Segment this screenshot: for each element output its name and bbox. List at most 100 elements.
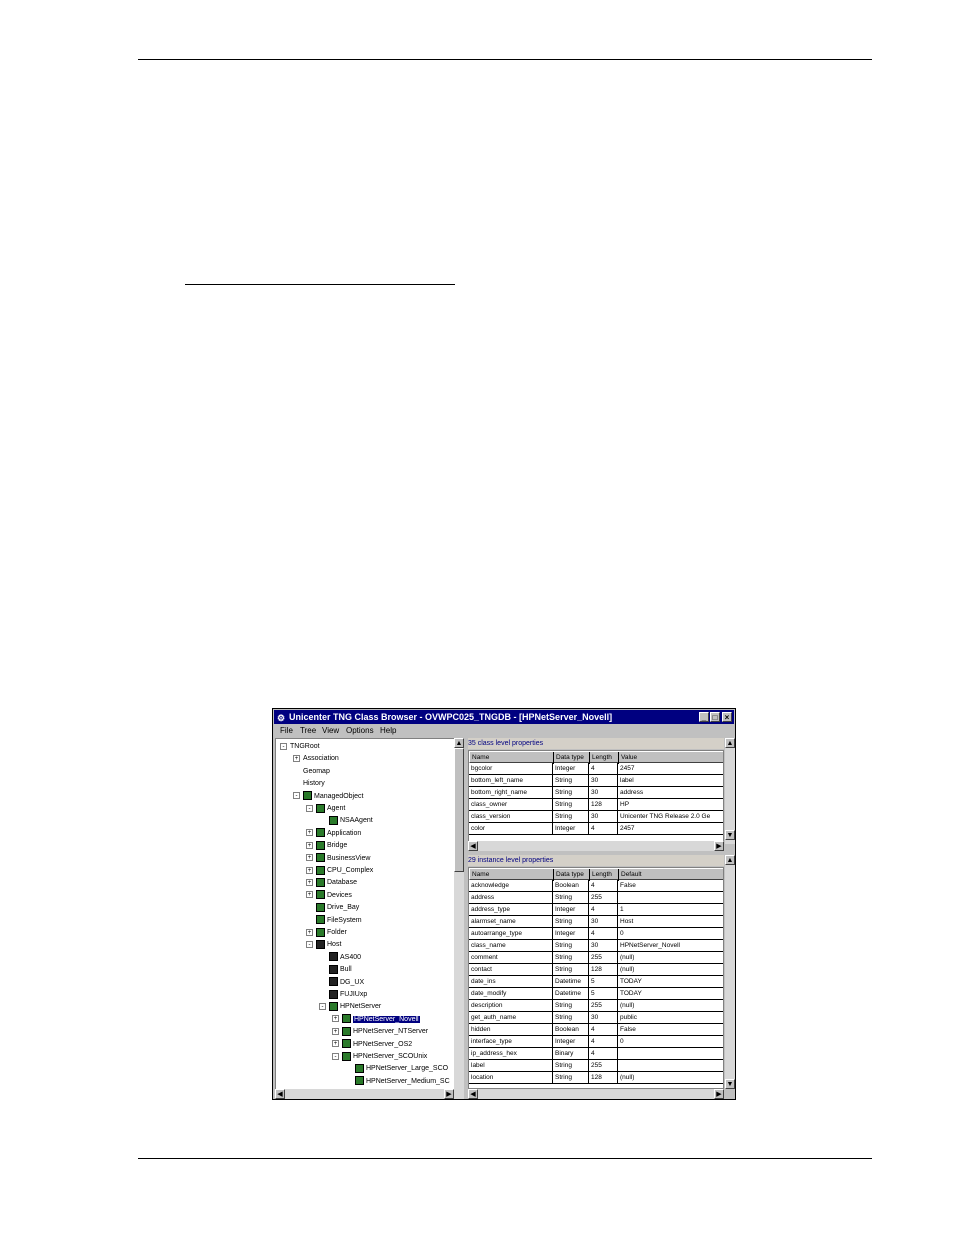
grid-row[interactable]: alarmset_name String 30 Host bbox=[469, 916, 723, 928]
class-grid-vscroll[interactable]: ▲ ▼ bbox=[725, 738, 735, 844]
close-button[interactable]: × bbox=[722, 712, 732, 722]
scroll-up-icon[interactable]: ▲ bbox=[725, 738, 735, 748]
tree-item[interactable]: History bbox=[293, 778, 325, 790]
grid-row[interactable]: ip_address_hex Binary 4 bbox=[469, 1048, 723, 1060]
tree-item[interactable]: - Agent bbox=[306, 803, 345, 815]
class-grid-hscroll[interactable]: ◀ ▶ bbox=[468, 841, 724, 851]
expand-icon[interactable]: + bbox=[306, 829, 313, 837]
collapse-icon[interactable]: - bbox=[306, 804, 313, 812]
tree-item[interactable]: - HPNetServer bbox=[319, 1001, 381, 1013]
grid-row[interactable]: bgcolor Integer 4 2457 bbox=[469, 763, 723, 775]
instance-properties-grid[interactable]: Name Data type Length Default acknowledge Boo… bbox=[468, 867, 724, 1089]
scroll-right-icon[interactable]: ▶ bbox=[444, 1089, 454, 1099]
tree-item[interactable]: + Devices bbox=[306, 890, 352, 902]
scroll-down-icon[interactable]: ▼ bbox=[725, 830, 735, 840]
expand-icon[interactable]: + bbox=[332, 1027, 339, 1035]
grid-row[interactable]: date_modify Datetime 5 TODAY bbox=[469, 988, 723, 1000]
scroll-right-icon[interactable]: ▶ bbox=[714, 1089, 724, 1099]
tree-item[interactable]: Bull bbox=[319, 964, 352, 976]
tree-item[interactable]: + CPU_Complex bbox=[306, 865, 373, 877]
tree-item[interactable]: + Database bbox=[306, 877, 357, 889]
class-properties-title: 35 class level properties bbox=[468, 738, 724, 749]
grid-row[interactable]: hidden Boolean 4 False bbox=[469, 1024, 723, 1036]
grid-row[interactable]: description String 255 (null) bbox=[469, 1000, 723, 1012]
tree-item[interactable]: FUJIUxp bbox=[319, 989, 367, 1001]
grid-row[interactable]: autoarrange_type Integer 4 0 bbox=[469, 928, 723, 940]
menu-view[interactable]: View bbox=[322, 725, 339, 737]
tree-item[interactable]: + HPNetServer_OS2 bbox=[332, 1039, 412, 1051]
tree-item[interactable]: - Host bbox=[306, 939, 341, 951]
expand-icon[interactable]: + bbox=[306, 891, 313, 899]
expand-icon[interactable]: + bbox=[306, 879, 313, 887]
grid-row[interactable]: location String 128 (null) bbox=[469, 1072, 723, 1084]
tree-vertical-scrollbar[interactable]: ▲ bbox=[454, 738, 464, 1090]
grid-row[interactable]: class_version String 30 Unicenter TNG Relea… bbox=[469, 811, 723, 823]
instance-grid-hscroll[interactable]: ◀ ▶ bbox=[468, 1089, 724, 1099]
tree-item[interactable]: DG_UX bbox=[319, 977, 364, 989]
instance-grid-vscroll[interactable]: ▲ ▼ bbox=[725, 855, 735, 1089]
grid-row[interactable]: bottom_left_name String 30 label bbox=[469, 775, 723, 787]
tree-item[interactable]: + Association bbox=[293, 753, 339, 765]
scroll-left-icon[interactable]: ◀ bbox=[468, 841, 478, 851]
menu-options[interactable]: Options bbox=[346, 725, 374, 737]
tree-item[interactable]: AS400 bbox=[319, 952, 361, 964]
scroll-left-icon[interactable]: ◀ bbox=[275, 1089, 285, 1099]
maximize-button[interactable]: □ bbox=[710, 712, 720, 722]
class-tree[interactable]: - TNGRoot + Association Geomap History - Manage… bbox=[275, 738, 455, 1090]
collapse-icon[interactable]: - bbox=[293, 792, 300, 800]
menu-file[interactable]: File bbox=[280, 725, 293, 737]
grid-row[interactable]: acknowledge Boolean 4 False bbox=[469, 880, 723, 892]
grid-row[interactable]: class_name String 30 HPNetServer_Novell bbox=[469, 940, 723, 952]
tree-item-label: ManagedObject bbox=[314, 792, 364, 800]
scroll-up-icon[interactable]: ▲ bbox=[725, 855, 735, 865]
scroll-down-icon[interactable]: ▼ bbox=[725, 1079, 735, 1089]
title-bar[interactable]: ⚙ Unicenter TNG Class Browser - OVWPC025… bbox=[274, 710, 734, 724]
tree-item[interactable]: + Bridge bbox=[306, 840, 347, 852]
grid-row[interactable]: bottom_right_name String 30 address bbox=[469, 787, 723, 799]
tree-item[interactable]: - ManagedObject bbox=[293, 791, 363, 803]
expand-icon[interactable]: + bbox=[293, 755, 300, 763]
grid-row[interactable]: class_owner String 128 HP bbox=[469, 799, 723, 811]
grid-row[interactable]: date_ins Datetime 5 TODAY bbox=[469, 976, 723, 988]
grid-row[interactable]: interface_type Integer 4 0 bbox=[469, 1036, 723, 1048]
menu-help[interactable]: Help bbox=[380, 725, 396, 737]
grid-row[interactable]: contact String 128 (null) bbox=[469, 964, 723, 976]
scroll-thumb[interactable] bbox=[454, 748, 464, 872]
collapse-icon[interactable]: - bbox=[332, 1052, 339, 1060]
tree-item[interactable]: + HPNetServer_NTServer bbox=[332, 1026, 428, 1038]
expand-icon[interactable]: + bbox=[306, 854, 313, 862]
scroll-right-icon[interactable]: ▶ bbox=[714, 841, 724, 851]
expand-icon[interactable]: + bbox=[332, 1015, 339, 1023]
tree-item[interactable]: Geomap bbox=[293, 766, 330, 778]
grid-row[interactable]: label String 255 bbox=[469, 1060, 723, 1072]
tree-item[interactable]: HPNetServer_Large_SCO bbox=[345, 1063, 448, 1075]
tree-item[interactable]: - HPNetServer_SCOUnix bbox=[332, 1051, 427, 1063]
grid-row[interactable]: get_auth_name String 30 public bbox=[469, 1012, 723, 1024]
tree-item[interactable]: + Folder bbox=[306, 927, 347, 939]
collapse-icon[interactable]: - bbox=[319, 1003, 326, 1011]
tree-item[interactable]: - TNGRoot bbox=[280, 741, 320, 753]
expand-icon[interactable]: + bbox=[306, 866, 313, 874]
scroll-up-icon[interactable]: ▲ bbox=[454, 738, 464, 748]
expand-icon[interactable]: + bbox=[306, 928, 313, 936]
class-properties-grid[interactable]: Name Data type Length Value bgcolor Integer 4 2… bbox=[468, 750, 724, 844]
tree-item[interactable]: HPNetServer_Medium_SC bbox=[345, 1076, 450, 1088]
minimize-button[interactable]: _ bbox=[699, 712, 709, 722]
tree-item[interactable]: + Application bbox=[306, 828, 361, 840]
tree-item[interactable]: Drive_Bay bbox=[306, 902, 359, 914]
tree-item[interactable]: + HPNetServer_Novell bbox=[332, 1014, 420, 1026]
grid-row[interactable]: address_type Integer 4 1 bbox=[469, 904, 723, 916]
tree-item[interactable]: NSAAgent bbox=[319, 815, 373, 827]
grid-row[interactable]: color Integer 4 2457 bbox=[469, 823, 723, 835]
scroll-left-icon[interactable]: ◀ bbox=[468, 1089, 478, 1099]
collapse-icon[interactable]: - bbox=[280, 742, 287, 750]
tree-horizontal-scrollbar[interactable]: ◀ ▶ bbox=[275, 1089, 464, 1099]
grid-row[interactable]: address String 255 bbox=[469, 892, 723, 904]
menu-tree[interactable]: Tree bbox=[300, 725, 316, 737]
grid-row[interactable]: comment String 255 (null) bbox=[469, 952, 723, 964]
tree-item[interactable]: FileSystem bbox=[306, 915, 362, 927]
collapse-icon[interactable]: - bbox=[306, 941, 313, 949]
expand-icon[interactable]: + bbox=[332, 1040, 339, 1048]
expand-icon[interactable]: + bbox=[306, 841, 313, 849]
tree-item[interactable]: + BusinessView bbox=[306, 853, 370, 865]
